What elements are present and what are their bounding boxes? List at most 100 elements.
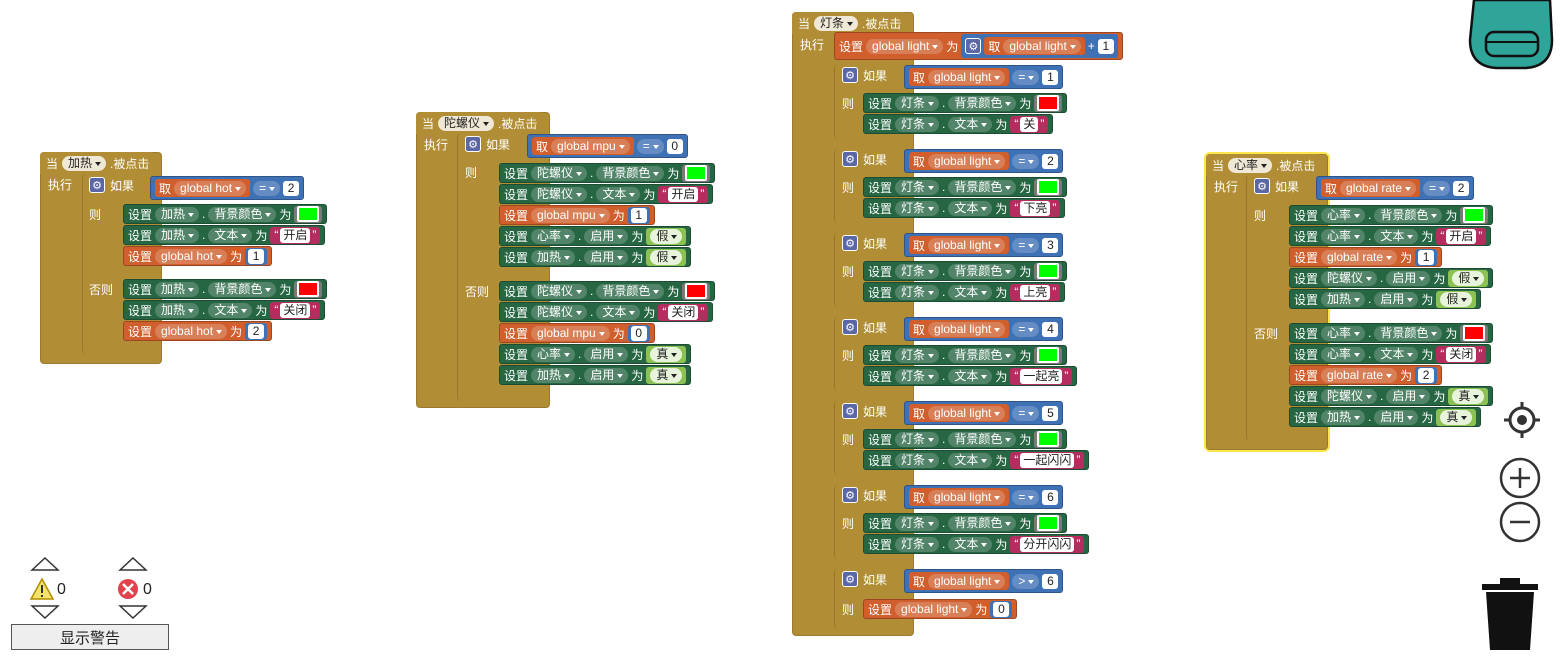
color-swatch[interactable] [1037, 515, 1060, 531]
variable-dropdown[interactable]: global light [928, 405, 1006, 421]
get-variable-block[interactable]: 取 global light [909, 320, 1010, 338]
text-value[interactable]: 一起闪闪 [1020, 452, 1075, 468]
text-value[interactable]: 一起亮 [1020, 368, 1063, 384]
text-value[interactable]: 关闭 [1446, 346, 1477, 362]
property-dropdown[interactable]: 背景颜色 [948, 431, 1017, 447]
variable-dropdown[interactable]: global mpu [551, 138, 630, 154]
set-property-block[interactable]: 设置 心率. 启用为真 [499, 344, 692, 364]
property-dropdown[interactable]: 背景颜色 [208, 281, 277, 297]
boolean-block[interactable]: 真 [646, 366, 687, 384]
variable-dropdown[interactable]: global light [928, 69, 1006, 85]
mutator-gear-icon[interactable]: ⚙ [842, 403, 858, 419]
component-dropdown[interactable]: 灯条 [895, 116, 940, 132]
set-property-block[interactable]: 设置 灯条. 文本为 “关” [863, 114, 1054, 134]
component-dropdown[interactable]: 陀螺仪 [531, 186, 588, 202]
property-dropdown[interactable]: 背景颜色 [596, 283, 665, 299]
component-dropdown[interactable]: 灯条 [895, 200, 940, 216]
property-dropdown[interactable]: 背景颜色 [948, 347, 1017, 363]
set-property-block[interactable]: 设置 心率. 文本为 “关闭” [1289, 344, 1492, 364]
number-value[interactable]: 0 [630, 325, 647, 341]
number-block[interactable]: 1 [627, 206, 650, 224]
set-property-block[interactable]: 设置 加热. 启用为假 [499, 247, 692, 267]
set-property-block[interactable]: 设置 灯条. 文本为 “下亮” [863, 198, 1066, 218]
set-property-block[interactable]: 设置 陀螺仪. 文本为 “关闭” [499, 302, 714, 322]
operator-dropdown[interactable]: = [1012, 237, 1040, 253]
property-dropdown[interactable]: 背景颜色 [948, 515, 1017, 531]
mutator-gear-icon[interactable]: ⚙ [965, 38, 982, 54]
operator-dropdown[interactable]: = [1012, 69, 1040, 85]
color-block[interactable] [1034, 94, 1063, 112]
variable-dropdown[interactable]: global light [866, 38, 944, 54]
number-value[interactable]: 2 [283, 180, 300, 196]
color-block[interactable] [1460, 324, 1489, 342]
set-property-block[interactable]: 设置 灯条. 文本为 “上亮” [863, 282, 1066, 302]
set-property-block[interactable]: 设置 陀螺仪. 启用为真 [1289, 386, 1494, 406]
variable-dropdown[interactable]: global light [928, 321, 1006, 337]
set-property-block[interactable]: 设置 加热. 背景颜色为 [123, 279, 328, 299]
component-dropdown[interactable]: 加热 [531, 249, 576, 265]
component-dropdown[interactable]: 心率 [1321, 325, 1366, 341]
boolean-dropdown[interactable]: 真 [650, 346, 683, 362]
color-block[interactable] [1034, 514, 1063, 532]
set-property-block[interactable]: 设置 加热. 背景颜色为 [123, 204, 328, 224]
number-value[interactable]: 1 [630, 207, 647, 223]
color-swatch[interactable] [1037, 179, 1060, 195]
compare-block[interactable]: 取 global light = 6 [904, 485, 1064, 509]
color-swatch[interactable] [297, 206, 320, 222]
property-dropdown[interactable]: 文本 [948, 368, 993, 384]
property-dropdown[interactable]: 背景颜色 [948, 263, 1017, 279]
text-block[interactable]: “关闭” [658, 303, 709, 321]
blocks-workspace[interactable]: 当加热 .被点击 执行 ⚙ 如果取 global hot = 2 则设置 加热. 背景颜色为设置 加热… [0, 0, 1564, 664]
operator-dropdown[interactable]: = [1012, 405, 1040, 421]
color-swatch[interactable] [685, 283, 708, 299]
compare-block[interactable]: 取 global rate = 2 [1316, 176, 1475, 200]
property-dropdown[interactable]: 启用 [1386, 270, 1431, 286]
color-block[interactable] [1034, 430, 1063, 448]
boolean-dropdown[interactable]: 真 [1440, 409, 1473, 425]
boolean-dropdown[interactable]: 真 [1452, 388, 1485, 404]
component-dropdown[interactable]: 心率 [1321, 228, 1366, 244]
variable-dropdown[interactable]: global light [928, 573, 1006, 589]
property-dropdown[interactable]: 文本 [948, 536, 993, 552]
color-block[interactable] [682, 282, 711, 300]
component-dropdown[interactable]: 灯条 [895, 284, 940, 300]
variable-dropdown[interactable]: global mpu [531, 207, 610, 223]
color-block[interactable] [682, 164, 711, 182]
set-property-block[interactable]: 设置 灯条. 文本为 “分开闪闪” [863, 534, 1090, 554]
compare-block[interactable]: 取 global light = 3 [904, 233, 1064, 257]
property-dropdown[interactable]: 文本 [948, 116, 993, 132]
get-variable-block[interactable]: 取 global light [909, 236, 1010, 254]
text-value[interactable]: 下亮 [1020, 200, 1051, 216]
mutator-gear-icon[interactable]: ⚙ [842, 571, 858, 587]
number-block[interactable]: 0 [627, 324, 650, 342]
property-dropdown[interactable]: 文本 [948, 284, 993, 300]
component-dropdown[interactable]: 灯条 [895, 347, 940, 363]
text-block[interactable]: “开启” [270, 226, 321, 244]
property-dropdown[interactable]: 启用 [584, 346, 629, 362]
operator-dropdown[interactable]: = [636, 138, 664, 154]
boolean-block[interactable]: 假 [646, 227, 687, 245]
operator-dropdown[interactable]: > [1012, 573, 1040, 589]
compare-block[interactable]: 取 global hot = 2 [150, 176, 305, 200]
variable-dropdown[interactable]: global light [895, 601, 973, 617]
component-dropdown[interactable]: 灯条 [895, 536, 940, 552]
text-block[interactable]: “上亮” [1010, 283, 1061, 301]
number-value[interactable]: 2 [248, 323, 265, 339]
color-swatch[interactable] [1463, 325, 1486, 341]
set-property-block[interactable]: 设置 心率. 背景颜色为 [1289, 323, 1494, 343]
component-dropdown[interactable]: 加热 [155, 227, 200, 243]
component-dropdown[interactable]: 心率 [1321, 346, 1366, 362]
component-dropdown[interactable]: 心率 [1228, 157, 1273, 173]
set-property-block[interactable]: 设置 加热. 启用为假 [1289, 289, 1482, 309]
mutator-gear-icon[interactable]: ⚙ [1254, 178, 1270, 194]
compare-block[interactable]: 取 global light >6 [904, 569, 1064, 593]
number-value[interactable]: 4 [1042, 321, 1059, 337]
text-value[interactable]: 分开闪闪 [1020, 536, 1075, 552]
component-dropdown[interactable]: 陀螺仪 [438, 115, 495, 131]
text-value[interactable]: 上亮 [1020, 284, 1051, 300]
variable-dropdown[interactable]: global hot [155, 248, 228, 264]
variable-dropdown[interactable]: global mpu [531, 325, 610, 341]
backpack-icon[interactable] [1466, 0, 1558, 70]
color-block[interactable] [1460, 206, 1489, 224]
number-value[interactable]: 2 [1042, 153, 1059, 169]
